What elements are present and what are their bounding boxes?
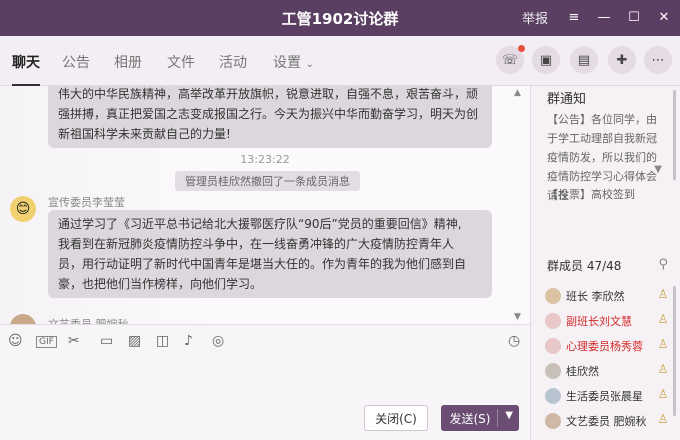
avatar — [545, 313, 561, 329]
tab-album[interactable]: 相册 — [114, 52, 142, 72]
history-icon[interactable]: ◷ — [508, 333, 520, 349]
admin-badge-icon: ♙ — [657, 387, 669, 401]
send-button[interactable]: 发送(S) ▼ — [441, 405, 519, 431]
add-message-icon[interactable]: ✚ — [608, 46, 636, 74]
scroll-down-icon[interactable]: ▼ — [514, 312, 521, 322]
chevron-down-icon[interactable]: ▼ — [505, 410, 513, 421]
tab-files[interactable]: 文件 — [167, 52, 195, 72]
notice-vote-link[interactable]: 【投票】高校签到 — [547, 186, 635, 202]
member-item[interactable]: 桂欣然 ♙ — [545, 361, 671, 381]
title-bar: 工管1902讨论群 举报 ≡ — ☐ ✕ — [0, 0, 680, 36]
avatar[interactable]: 😊 — [10, 196, 36, 222]
image-icon[interactable]: ▨ — [128, 333, 141, 349]
admin-badge-icon: ♙ — [657, 362, 669, 376]
search-icon[interactable]: ⚲ — [658, 257, 668, 272]
video-icon[interactable]: ▣ — [532, 46, 560, 74]
report-button[interactable]: 举报 — [522, 8, 548, 27]
side-panel: 群通知 【公告】各位同学，由于学工动理部自我新冠疫情防发，所以我们的疫情防控学习… — [530, 86, 680, 440]
member-item[interactable]: 文艺委员 肥婉秋 ♙ — [545, 411, 671, 431]
avatar — [545, 388, 561, 404]
scissors-icon[interactable]: ✂ — [68, 333, 80, 349]
chevron-down-icon: ⌄ — [305, 59, 314, 70]
admin-badge-icon: ♙ — [657, 412, 669, 426]
smiley-icon[interactable]: ☺ — [8, 333, 23, 349]
member-item[interactable]: 生活委员张晨星 ♙ — [545, 386, 671, 406]
sender-name[interactable]: 文艺委员 肥婉秋 — [48, 316, 129, 324]
member-item[interactable]: 副班长刘文慧 ♙ — [545, 311, 671, 331]
admin-badge-icon: ♙ — [657, 287, 669, 301]
bell-icon[interactable]: ♪ — [184, 333, 193, 349]
sender-name[interactable]: 宣传委员李莹莹 — [48, 194, 125, 210]
members-header: 群成员 47/48 — [547, 259, 622, 273]
minimize-icon[interactable]: — — [596, 10, 612, 25]
tab-announcement[interactable]: 公告 — [62, 52, 90, 72]
member-item[interactable]: 班长 李欣然 ♙ — [545, 286, 671, 306]
maximize-icon[interactable]: ☐ — [626, 10, 642, 25]
tab-chat[interactable]: 聊天 — [12, 52, 40, 86]
phone-icon[interactable]: ☏ — [496, 45, 525, 74]
scroll-up-icon[interactable]: ▲ — [514, 88, 521, 98]
avatar — [545, 413, 561, 429]
chat-history[interactable]: 伟大的中华民族精神，高举改革开放旗帜，锐意进取，自强不息，艰苦奋斗，顽 强拼搏，… — [0, 86, 530, 324]
voice-icon[interactable]: ◎ — [212, 333, 224, 349]
folder-icon[interactable]: ▭ — [100, 333, 113, 349]
admin-badge-icon: ♙ — [657, 337, 669, 351]
menu-icon[interactable]: ≡ — [566, 10, 582, 25]
member-item[interactable]: 心理委员杨秀蓉 ♙ — [545, 336, 671, 356]
admin-badge-icon: ♙ — [657, 312, 669, 326]
window-controls: 举报 ≡ — ☐ ✕ — [522, 8, 672, 27]
message-bubble[interactable]: 通过学习了《习近平总书记给北大援鄂医疗队“90后”党员的重要回信》精神, 我看到… — [48, 210, 492, 298]
tab-bar: 聊天 公告 相册 文件 活动 设置 ⌄ ☏ ▣ ▤ ✚ ⋯ — [0, 36, 680, 86]
scrollbar[interactable] — [673, 90, 676, 180]
more-icon[interactable]: ⋯ — [644, 46, 672, 74]
message-bubble[interactable]: 伟大的中华民族精神，高举改革开放旗帜，锐意进取，自强不息，艰苦奋斗，顽 强拼搏，… — [48, 86, 492, 148]
close-button[interactable]: 关闭(C) — [364, 405, 428, 431]
tab-activity[interactable]: 活动 — [219, 52, 247, 72]
gif-icon[interactable]: GIF — [36, 336, 57, 348]
notice-title[interactable]: 群通知 — [547, 88, 586, 107]
avatar — [545, 338, 561, 354]
close-icon[interactable]: ✕ — [656, 10, 672, 25]
notification-dot — [518, 45, 525, 52]
system-message: 管理员桂欣然撤回了一条成员消息 — [175, 171, 360, 191]
screen-share-icon[interactable]: ▤ — [570, 46, 598, 74]
scrollbar[interactable] — [673, 286, 676, 416]
message-input-area[interactable]: ☺ GIF ✂ ▭ ▨ ◫ ♪ ◎ ◷ 关闭(C) 发送(S) ▼ — [0, 324, 530, 440]
timestamp: 13:23:22 — [240, 153, 290, 166]
chevron-down-icon[interactable]: ▼ — [654, 164, 662, 175]
avatar — [545, 288, 561, 304]
avatar[interactable] — [10, 314, 36, 324]
avatar — [545, 363, 561, 379]
tab-settings[interactable]: 设置 ⌄ — [273, 52, 314, 72]
screenshot-icon[interactable]: ◫ — [156, 333, 169, 349]
